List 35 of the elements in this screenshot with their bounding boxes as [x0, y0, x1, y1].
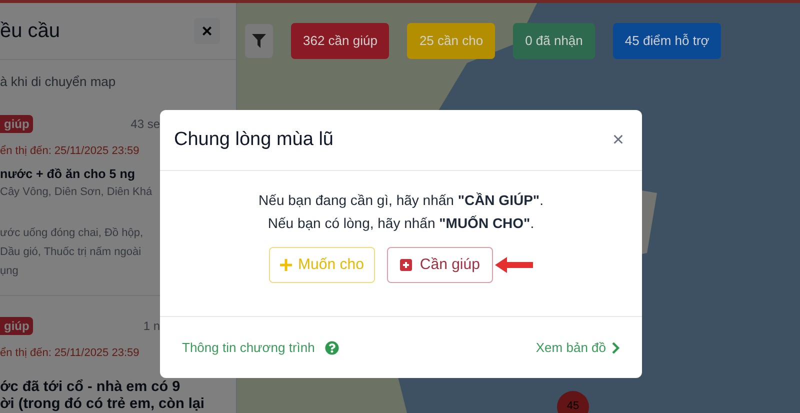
- request-title: ớc đã tới cổ - nhà em có 9: [0, 379, 180, 396]
- stat-badge: 45 điểm hỗ trợ: [612, 23, 722, 58]
- stat-badge: 362 cần giúp: [291, 23, 390, 58]
- time-text: 1 n: [143, 318, 160, 335]
- stat-badge: 0 đã nhận: [513, 23, 595, 58]
- time-text: 43 se: [130, 116, 160, 133]
- hint-text: à khi di chuyển map: [0, 73, 116, 92]
- needs-text: ước uống đóng chai, Đồ hộp,: [0, 226, 144, 241]
- question-icon: [324, 340, 339, 354]
- map-marker: 45: [557, 391, 589, 413]
- instruction-text: Nếu bạn đang cần gì, hãy nhấn "CẦN GIÚP".: [258, 191, 544, 210]
- help-button[interactable]: Cần giúp: [386, 247, 493, 283]
- request-title: ời (trong đó có trẻ em, còn lại: [0, 396, 204, 413]
- close-button[interactable]: ×: [608, 130, 628, 150]
- program-info-link[interactable]: Thông tin chương trình: [182, 338, 339, 358]
- plus-icon: [280, 259, 292, 271]
- close-button[interactable]: ×: [194, 18, 220, 44]
- square-plus-icon: [400, 259, 412, 271]
- needs-text: Dầu gió, Thuốc trị nấm ngoài: [0, 245, 142, 260]
- chevron-right-icon: [612, 342, 620, 354]
- view-map-link[interactable]: Xem bản đồ: [536, 338, 620, 358]
- request-title: nước + đồ ăn cho 5 ng: [0, 166, 135, 182]
- sidebar-title: ều cầu: [0, 19, 60, 44]
- needs-text: ụng: [0, 264, 18, 279]
- status-badge: giúp: [0, 115, 34, 133]
- filter-button[interactable]: [245, 24, 273, 58]
- stat-badge: 25 cần cho: [407, 23, 496, 58]
- deadline-text: ển thị đến: 25/11/2025 23:59: [0, 144, 140, 158]
- status-badge: giúp: [0, 317, 34, 335]
- filter-icon: [252, 34, 266, 48]
- deadline-text: ển thị đến: 25/11/2025 23:59: [0, 346, 140, 360]
- location-text: Cây Vông, Diên Sơn, Diên Khá: [0, 185, 152, 200]
- instruction-text: Nếu bạn có lòng, hãy nhấn "MUỐN CHO".: [268, 214, 534, 233]
- modal-title: Chung lòng mùa lũ: [174, 128, 334, 152]
- arrow-drawing: [494, 257, 533, 273]
